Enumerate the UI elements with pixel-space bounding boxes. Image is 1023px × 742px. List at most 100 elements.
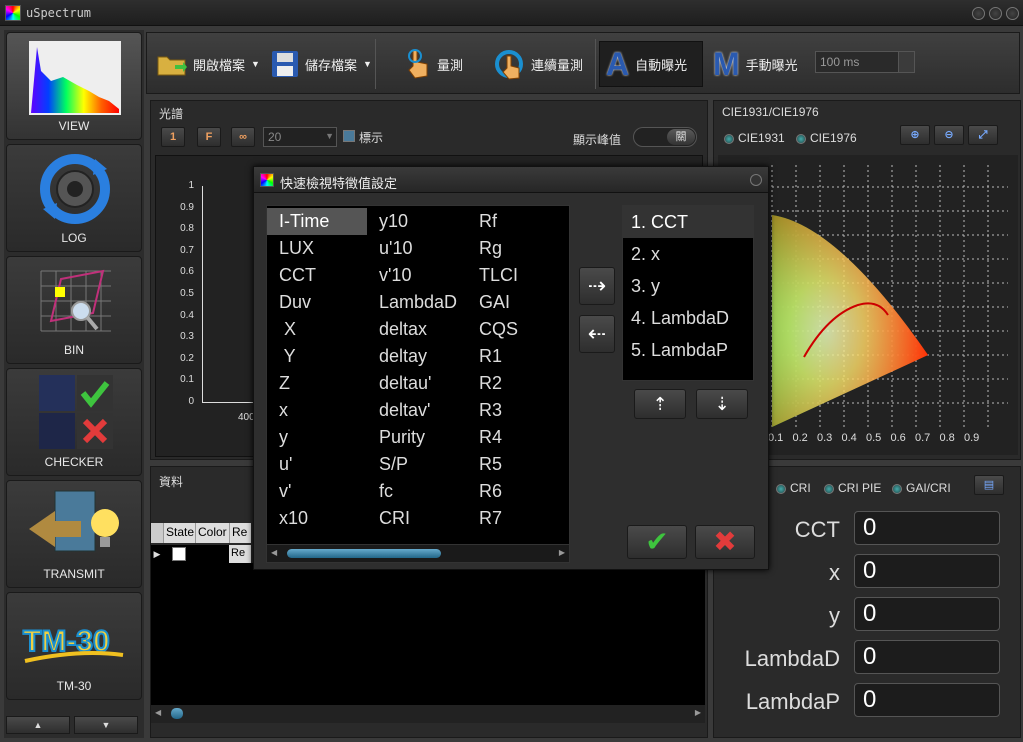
parameter-list-item[interactable]: R5 (467, 451, 567, 478)
state-cell[interactable] (163, 545, 195, 563)
nav-tm30-button[interactable]: TM-30 TM-30 (6, 592, 142, 700)
parameter-list-item[interactable]: LUX (267, 235, 367, 262)
parameter-list-item[interactable]: Purity (367, 424, 467, 451)
parameter-list-item[interactable]: deltau' (367, 370, 467, 397)
parameter-list-item[interactable]: x (267, 397, 367, 424)
scroll-thumb[interactable] (287, 549, 441, 558)
close-button[interactable] (1006, 7, 1019, 20)
parameter-list-item[interactable]: fc (367, 478, 467, 505)
parameter-list-item[interactable]: Y (267, 343, 367, 370)
parameter-list-item[interactable]: v'10 (367, 262, 467, 289)
parameter-list-item[interactable]: CQS (467, 316, 567, 343)
parameter-list-item[interactable]: deltax (367, 316, 467, 343)
exposure-time-select[interactable]: 100 ms (815, 51, 915, 73)
fit-view-button[interactable]: ⤢ (968, 125, 998, 145)
cie1976-radio[interactable]: CIE1976 (796, 131, 857, 145)
average-count-value: 20 (268, 130, 282, 144)
nav-checker-button[interactable]: CHECKER (6, 368, 142, 476)
parameter-list-item[interactable]: S/P (367, 451, 467, 478)
parameter-list-item[interactable]: Rg (467, 235, 567, 262)
parameter-list-item[interactable]: R6 (467, 478, 567, 505)
selected-parameter-item[interactable]: 2. x (623, 238, 753, 270)
zoom-in-button[interactable]: ⊕ (900, 125, 930, 145)
scroll-right-icon[interactable]: ▶ (559, 548, 565, 557)
parameter-list-item[interactable]: y10 (367, 208, 467, 235)
infinity-button[interactable]: ∞ (231, 127, 255, 147)
cie1931-radio[interactable]: CIE1931 (724, 131, 785, 145)
quick-view-settings-dialog: 快速檢視特徵值設定 I-Time LUX CCT Duv X Y Zx y u' v' x10 … (253, 166, 769, 570)
parameter-list-item[interactable]: LambdaD (367, 289, 467, 316)
column-header-color[interactable]: Color (195, 523, 229, 543)
nav-scroll-up-button[interactable]: ▲ (6, 716, 70, 734)
parameter-list-item[interactable]: CRI (367, 505, 467, 532)
nav-view-button[interactable]: VIEW (6, 32, 142, 140)
gai-cri-tab[interactable]: GAI/CRI (892, 481, 951, 495)
parameter-list-item[interactable]: R2 (467, 370, 567, 397)
move-down-button[interactable]: ⇣ (696, 389, 748, 419)
add-parameter-button[interactable]: ⇢ (579, 267, 615, 305)
state-checkbox[interactable] (172, 547, 186, 561)
parameter-list-item[interactable]: CCT (267, 262, 367, 289)
table-row[interactable]: ▶ Re (151, 545, 251, 563)
cancel-button[interactable]: ✖ (695, 525, 755, 559)
parameter-list-item[interactable]: R3 (467, 397, 567, 424)
scroll-thumb[interactable] (171, 708, 183, 719)
auto-exposure-button[interactable]: A 自動曝光 (599, 41, 703, 87)
continuous-measure-button[interactable]: 連續量測 (487, 41, 589, 87)
scroll-left-icon[interactable]: ◀ (271, 548, 277, 557)
parameter-list-item[interactable]: y (267, 424, 367, 451)
column-header-result[interactable]: Re (229, 523, 251, 543)
cie-x-tick-label: 0.9 (964, 432, 979, 444)
nav-transmit-button[interactable]: TRANSMIT (6, 480, 142, 588)
selected-parameter-item[interactable]: 1. CCT (623, 206, 753, 238)
manual-exposure-button[interactable]: M 手動曝光 (707, 41, 804, 87)
maximize-button[interactable] (989, 7, 1002, 20)
parameter-list-item[interactable]: deltav' (367, 397, 467, 424)
cri-pie-tab[interactable]: CRI PIE (824, 481, 881, 495)
parameter-list-item[interactable]: TLCI (467, 262, 567, 289)
scroll-right-icon[interactable]: ▶ (695, 708, 701, 717)
label-checkbox[interactable] (343, 130, 355, 142)
nav-scroll-down-button[interactable]: ▼ (74, 716, 138, 734)
nav-log-button[interactable]: LOG (6, 144, 142, 252)
parameter-list-item[interactable]: GAI (467, 289, 567, 316)
cri-settings-button[interactable]: ▤ (974, 475, 1004, 495)
cri-tab[interactable]: CRI (776, 481, 811, 495)
parameter-list-item[interactable]: X (267, 316, 367, 343)
selected-parameter-item[interactable]: 4. LambdaD (623, 302, 753, 334)
parameter-list-item[interactable]: R1 (467, 343, 567, 370)
parameter-list-item[interactable]: u'10 (367, 235, 467, 262)
measure-button[interactable]: 量測 (397, 41, 469, 87)
data-table-body (151, 563, 705, 705)
parameter-list-item[interactable]: deltay (367, 343, 467, 370)
parameter-list-item[interactable]: u' (267, 451, 367, 478)
parameter-list-item[interactable]: R4 (467, 424, 567, 451)
zoom-out-button[interactable]: ⊖ (934, 125, 964, 145)
parameter-list-item[interactable]: v' (267, 478, 367, 505)
f-button[interactable]: F (197, 127, 221, 147)
average-count-select[interactable]: 20 ▼ (263, 127, 337, 147)
remove-parameter-button[interactable]: ⇠ (579, 315, 615, 353)
y-tick-label: 0.9 (180, 201, 194, 213)
move-up-button[interactable]: ⇡ (634, 389, 686, 419)
parameter-list-item[interactable]: I-Time (267, 208, 367, 235)
minimize-button[interactable] (972, 7, 985, 20)
channel-1-button[interactable]: 1 (161, 127, 185, 147)
parameter-list-item[interactable]: Z (267, 370, 367, 397)
data-hscrollbar[interactable]: ◀ ▶ (151, 705, 705, 723)
parameter-list-item[interactable]: x10 (267, 505, 367, 532)
selected-parameter-item[interactable]: 5. LambdaP (623, 334, 753, 366)
parameter-list-item[interactable]: R7 (467, 505, 567, 532)
parameter-list-item[interactable]: Duv (267, 289, 367, 316)
scroll-left-icon[interactable]: ◀ (155, 708, 161, 717)
selected-parameter-item[interactable]: 3. y (623, 270, 753, 302)
list-hscrollbar[interactable]: ◀ ▶ (267, 544, 569, 562)
nav-bin-button[interactable]: BIN (6, 256, 142, 364)
show-peak-toggle[interactable]: 關 (633, 127, 697, 147)
parameter-list-item[interactable]: Rf (467, 208, 567, 235)
column-header-state[interactable]: State (163, 523, 195, 543)
ok-button[interactable]: ✔ (627, 525, 687, 559)
dialog-close-button[interactable] (750, 174, 762, 186)
open-file-button[interactable]: 開啟檔案 ▼ (151, 41, 266, 87)
save-file-button[interactable]: 儲存檔案 ▼ (265, 41, 378, 87)
